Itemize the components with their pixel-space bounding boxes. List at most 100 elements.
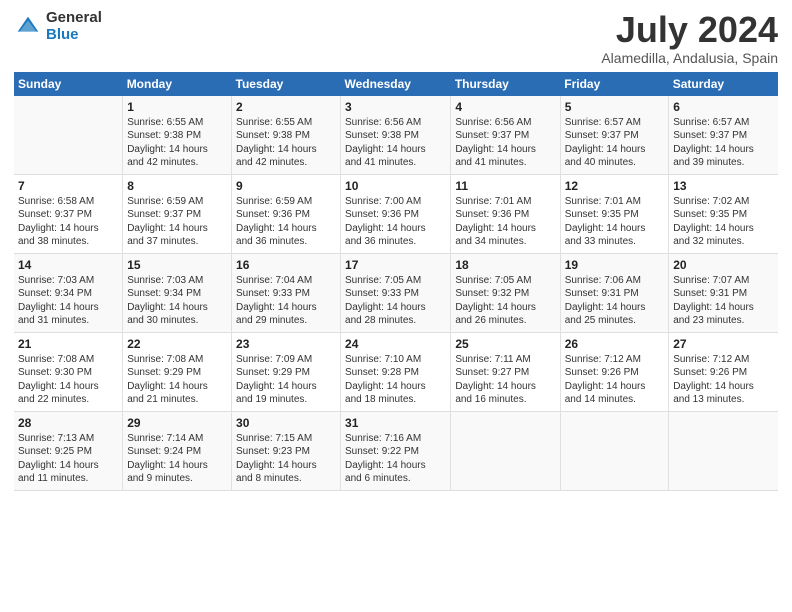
weekday-header-thursday: Thursday <box>451 72 560 96</box>
day-cell: 11 Sunrise: 7:01 AMSunset: 9:36 PMDayligh… <box>451 174 560 253</box>
day-number: 6 <box>673 100 774 114</box>
title-block: July 2024 Alamedilla, Andalusia, Spain <box>601 10 778 66</box>
day-cell: 3 Sunrise: 6:56 AMSunset: 9:38 PMDaylight… <box>341 96 451 175</box>
day-cell: 6Sunrise: 6:57 AMSunset: 9:37 PMDaylight… <box>669 96 778 175</box>
day-info: Sunrise: 6:55 AMSunset: 9:38 PMDaylight:… <box>236 116 336 170</box>
day-info: Sunrise: 6:56 AMSunset: 9:38 PMDaylight:… <box>345 116 446 170</box>
month-year: July 2024 <box>601 10 778 50</box>
header-row: General Blue July 2024 Alamedilla, Andal… <box>14 10 778 66</box>
day-cell: 29 Sunrise: 7:14 AMSunset: 9:24 PMDayligh… <box>123 411 232 490</box>
day-info: Sunrise: 7:05 AMSunset: 9:33 PMDaylight:… <box>345 274 446 328</box>
day-info: Sunrise: 7:05 AMSunset: 9:32 PMDaylight:… <box>455 274 555 328</box>
day-number: 11 <box>455 179 555 193</box>
main-container: General Blue July 2024 Alamedilla, Andal… <box>0 0 792 501</box>
day-info: Sunrise: 7:14 AMSunset: 9:24 PMDaylight:… <box>127 432 227 486</box>
day-info: Sunrise: 7:00 AMSunset: 9:36 PMDaylight:… <box>345 195 446 249</box>
day-cell: 22 Sunrise: 7:08 AMSunset: 9:29 PMDayligh… <box>123 332 232 411</box>
weekday-header-wednesday: Wednesday <box>341 72 451 96</box>
day-cell: 31 Sunrise: 7:16 AMSunset: 9:22 PMDayligh… <box>341 411 451 490</box>
day-number: 23 <box>236 337 336 351</box>
day-number: 21 <box>18 337 118 351</box>
day-cell <box>451 411 560 490</box>
day-cell: 19Sunrise: 7:06 AMSunset: 9:31 PMDayligh… <box>560 253 668 332</box>
day-cell: 2 Sunrise: 6:55 AMSunset: 9:38 PMDaylight… <box>232 96 341 175</box>
logo: General Blue <box>14 10 102 43</box>
location: Alamedilla, Andalusia, Spain <box>601 50 778 66</box>
day-cell: 1 Sunrise: 6:55 AMSunset: 9:38 PMDaylight… <box>123 96 232 175</box>
weekday-header-saturday: Saturday <box>669 72 778 96</box>
day-info: Sunrise: 7:02 AMSunset: 9:35 PMDaylight:… <box>673 195 774 249</box>
day-cell: 8 Sunrise: 6:59 AMSunset: 9:37 PMDaylight… <box>123 174 232 253</box>
day-info: Sunrise: 7:15 AMSunset: 9:23 PMDaylight:… <box>236 432 336 486</box>
day-info: Sunrise: 6:58 AMSunset: 9:37 PMDaylight:… <box>18 195 118 249</box>
day-cell: 5Sunrise: 6:57 AMSunset: 9:37 PMDaylight… <box>560 96 668 175</box>
day-cell: 27 Sunrise: 7:12 AMSunset: 9:26 PMDayligh… <box>669 332 778 411</box>
day-cell <box>669 411 778 490</box>
week-row-1: 1 Sunrise: 6:55 AMSunset: 9:38 PMDaylight… <box>14 96 778 175</box>
day-info: Sunrise: 7:08 AMSunset: 9:29 PMDaylight:… <box>127 353 227 407</box>
day-info: Sunrise: 7:16 AMSunset: 9:22 PMDaylight:… <box>345 432 446 486</box>
day-cell: 10 Sunrise: 7:00 AMSunset: 9:36 PMDayligh… <box>341 174 451 253</box>
day-number: 8 <box>127 179 227 193</box>
day-cell: 13 Sunrise: 7:02 AMSunset: 9:35 PMDayligh… <box>669 174 778 253</box>
day-number: 16 <box>236 258 336 272</box>
day-number: 26 <box>565 337 664 351</box>
day-number: 12 <box>565 179 664 193</box>
day-cell: 7 Sunrise: 6:58 AMSunset: 9:37 PMDaylight… <box>14 174 123 253</box>
day-number: 20 <box>673 258 774 272</box>
day-number: 4 <box>455 100 555 114</box>
logo-text: General Blue <box>46 10 102 43</box>
day-info: Sunrise: 7:12 AMSunset: 9:26 PMDaylight:… <box>673 353 774 407</box>
day-info: Sunrise: 7:13 AMSunset: 9:25 PMDaylight:… <box>18 432 118 486</box>
day-cell: 15Sunrise: 7:03 AMSunset: 9:34 PMDayligh… <box>123 253 232 332</box>
day-number: 25 <box>455 337 555 351</box>
day-number: 7 <box>18 179 118 193</box>
day-number: 9 <box>236 179 336 193</box>
day-info: Sunrise: 7:07 AMSunset: 9:31 PMDaylight:… <box>673 274 774 328</box>
day-info: Sunrise: 7:11 AMSunset: 9:27 PMDaylight:… <box>455 353 555 407</box>
day-cell <box>14 96 123 175</box>
day-number: 17 <box>345 258 446 272</box>
day-info: Sunrise: 7:09 AMSunset: 9:29 PMDaylight:… <box>236 353 336 407</box>
day-cell: 24Sunrise: 7:10 AMSunset: 9:28 PMDayligh… <box>341 332 451 411</box>
day-cell <box>560 411 668 490</box>
day-cell: 9Sunrise: 6:59 AMSunset: 9:36 PMDaylight… <box>232 174 341 253</box>
week-row-4: 21Sunrise: 7:08 AMSunset: 9:30 PMDayligh… <box>14 332 778 411</box>
day-info: Sunrise: 7:10 AMSunset: 9:28 PMDaylight:… <box>345 353 446 407</box>
day-number: 15 <box>127 258 227 272</box>
day-info: Sunrise: 6:59 AMSunset: 9:37 PMDaylight:… <box>127 195 227 249</box>
logo-icon <box>14 13 42 41</box>
day-info: Sunrise: 6:55 AMSunset: 9:38 PMDaylight:… <box>127 116 227 170</box>
day-number: 1 <box>127 100 227 114</box>
day-info: Sunrise: 7:04 AMSunset: 9:33 PMDaylight:… <box>236 274 336 328</box>
day-cell: 4Sunrise: 6:56 AMSunset: 9:37 PMDaylight… <box>451 96 560 175</box>
weekday-header-sunday: Sunday <box>14 72 123 96</box>
day-number: 18 <box>455 258 555 272</box>
week-row-2: 7 Sunrise: 6:58 AMSunset: 9:37 PMDaylight… <box>14 174 778 253</box>
day-cell: 16 Sunrise: 7:04 AMSunset: 9:33 PMDayligh… <box>232 253 341 332</box>
day-info: Sunrise: 7:01 AMSunset: 9:35 PMDaylight:… <box>565 195 664 249</box>
day-number: 2 <box>236 100 336 114</box>
day-info: Sunrise: 7:01 AMSunset: 9:36 PMDaylight:… <box>455 195 555 249</box>
weekday-header-row: SundayMondayTuesdayWednesdayThursdayFrid… <box>14 72 778 96</box>
day-number: 14 <box>18 258 118 272</box>
logo-blue: Blue <box>46 27 102 44</box>
day-number: 19 <box>565 258 664 272</box>
day-cell: 21Sunrise: 7:08 AMSunset: 9:30 PMDayligh… <box>14 332 123 411</box>
day-number: 31 <box>345 416 446 430</box>
day-number: 27 <box>673 337 774 351</box>
day-cell: 20 Sunrise: 7:07 AMSunset: 9:31 PMDayligh… <box>669 253 778 332</box>
day-number: 28 <box>18 416 118 430</box>
weekday-header-monday: Monday <box>123 72 232 96</box>
day-number: 3 <box>345 100 446 114</box>
day-number: 22 <box>127 337 227 351</box>
day-number: 30 <box>236 416 336 430</box>
day-cell: 26Sunrise: 7:12 AMSunset: 9:26 PMDayligh… <box>560 332 668 411</box>
day-number: 13 <box>673 179 774 193</box>
day-number: 29 <box>127 416 227 430</box>
day-cell: 30 Sunrise: 7:15 AMSunset: 9:23 PMDayligh… <box>232 411 341 490</box>
day-info: Sunrise: 7:03 AMSunset: 9:34 PMDaylight:… <box>18 274 118 328</box>
day-number: 10 <box>345 179 446 193</box>
day-cell: 18 Sunrise: 7:05 AMSunset: 9:32 PMDayligh… <box>451 253 560 332</box>
day-cell: 14 Sunrise: 7:03 AMSunset: 9:34 PMDayligh… <box>14 253 123 332</box>
